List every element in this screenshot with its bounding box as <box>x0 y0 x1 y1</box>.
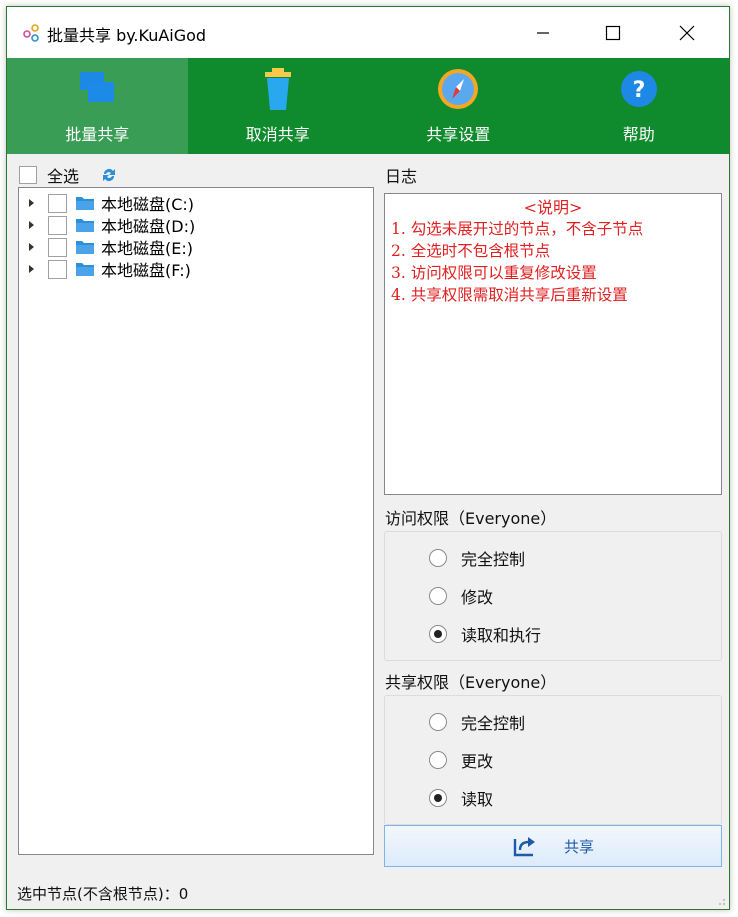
share-option-full-control[interactable]: 完全控制 <box>429 710 525 734</box>
status-text: 选中节点(不含根节点)：0 <box>17 885 189 903</box>
main-toolbar: 批量共享 取消共享 共享设置 ? 帮助 <box>7 58 729 154</box>
share-settings-label: 共享设置 <box>426 125 491 144</box>
cancel-share-tab[interactable]: 取消共享 <box>188 58 369 154</box>
minimize-button[interactable] <box>515 7 571 58</box>
log-line: 4. 共享权限需取消共享后重新设置 <box>391 286 628 304</box>
radio-button-selected[interactable] <box>429 789 447 807</box>
close-button[interactable] <box>659 7 715 58</box>
radio-label: 读取 <box>461 790 494 809</box>
app-window: 批量共享 by.KuAiGod 批量共享 取消共享 共享设置 ? 帮助 全选 本… <box>6 6 730 910</box>
tree-item-checkbox[interactable] <box>48 237 67 257</box>
share-button-label: 共享 <box>563 837 594 856</box>
radio-button[interactable] <box>429 549 447 567</box>
cancel-share-label: 取消共享 <box>245 125 310 144</box>
tree-item[interactable]: 本地磁盘(E:) <box>19 236 193 258</box>
radio-button[interactable] <box>429 713 447 731</box>
minimize-icon <box>537 31 549 34</box>
maximize-button[interactable] <box>585 7 641 58</box>
folder-icon <box>76 241 94 254</box>
tree-item-checkbox[interactable] <box>48 215 67 235</box>
access-option-read-execute[interactable]: 读取和执行 <box>429 622 541 646</box>
maximize-icon <box>605 25 621 40</box>
tree-item[interactable]: 本地磁盘(F:) <box>19 258 191 280</box>
radio-label: 完全控制 <box>461 714 526 733</box>
help-label: 帮助 <box>622 125 655 144</box>
folder-icon <box>76 263 94 276</box>
tree-item-label: 本地磁盘(E:) <box>101 239 193 258</box>
expand-arrow-icon[interactable] <box>29 265 34 273</box>
log-line: 3. 访问权限可以重复修改设置 <box>391 264 597 282</box>
svg-text:?: ? <box>632 78 645 103</box>
expand-arrow-icon[interactable] <box>29 199 34 207</box>
log-textbox[interactable]: <说明> 1. 勾选未展开过的节点，不含子节点 2. 全选时不包含根节点 3. … <box>384 193 722 495</box>
share-option-read[interactable]: 读取 <box>429 786 493 810</box>
tree-item-label: 本地磁盘(C:) <box>101 195 195 214</box>
resize-grip-icon[interactable] <box>716 896 726 906</box>
share-permission-title: 共享权限（Everyone） <box>385 673 557 692</box>
folder-icon <box>76 219 94 232</box>
tree-item-checkbox[interactable] <box>48 259 67 279</box>
tree-item[interactable]: 本地磁盘(D:) <box>19 214 195 236</box>
radio-label: 更改 <box>461 752 494 771</box>
expand-arrow-icon[interactable] <box>29 221 34 229</box>
radio-label: 读取和执行 <box>461 626 542 645</box>
log-line: 2. 全选时不包含根节点 <box>391 242 551 260</box>
refresh-icon[interactable] <box>101 166 117 184</box>
expand-arrow-icon[interactable] <box>29 243 34 251</box>
share-settings-tab[interactable]: 共享设置 <box>368 58 549 154</box>
title-bar[interactable]: 批量共享 by.KuAiGod <box>7 7 729 58</box>
batch-share-tab[interactable]: 批量共享 <box>7 58 188 154</box>
radio-button[interactable] <box>429 587 447 605</box>
access-permission-title: 访问权限（Everyone） <box>385 509 557 528</box>
access-permission-group: 完全控制 修改 读取和执行 <box>384 531 722 661</box>
trash-icon <box>255 68 301 110</box>
share-permission-group: 完全控制 更改 读取 <box>384 695 722 825</box>
share-windows-icon <box>74 68 120 110</box>
radio-label: 修改 <box>461 588 494 607</box>
app-logo-icon <box>23 24 39 42</box>
tree-item-checkbox[interactable] <box>48 193 67 213</box>
folder-tree[interactable]: 本地磁盘(C:) 本地磁盘(D:) 本地磁盘(E:) 本地磁盘(F:) <box>18 187 374 855</box>
batch-share-label: 批量共享 <box>65 125 130 144</box>
share-button[interactable]: 共享 <box>384 825 722 867</box>
access-option-full-control[interactable]: 完全控制 <box>429 546 525 570</box>
help-tab[interactable]: ? 帮助 <box>549 58 730 154</box>
share-arrow-icon <box>513 837 535 857</box>
access-option-modify[interactable]: 修改 <box>429 584 493 608</box>
window-title: 批量共享 by.KuAiGod <box>47 26 207 45</box>
radio-label: 完全控制 <box>461 550 526 569</box>
tree-item-label: 本地磁盘(F:) <box>101 261 191 280</box>
log-heading: <说明> <box>523 198 583 217</box>
tree-item[interactable]: 本地磁盘(C:) <box>19 192 194 214</box>
compass-icon <box>435 68 481 110</box>
folder-icon <box>76 197 94 210</box>
close-icon <box>679 25 695 40</box>
select-all-label: 全选 <box>47 167 80 186</box>
log-title: 日志 <box>385 167 418 186</box>
radio-button[interactable] <box>429 751 447 769</box>
tree-item-label: 本地磁盘(D:) <box>101 217 196 236</box>
help-icon: ? <box>616 68 662 110</box>
radio-button-selected[interactable] <box>429 625 447 643</box>
share-option-change[interactable]: 更改 <box>429 748 493 772</box>
select-all-checkbox[interactable] <box>19 166 37 184</box>
select-all-row: 全选 <box>19 163 117 187</box>
log-line: 1. 勾选未展开过的节点，不含子节点 <box>391 220 644 238</box>
